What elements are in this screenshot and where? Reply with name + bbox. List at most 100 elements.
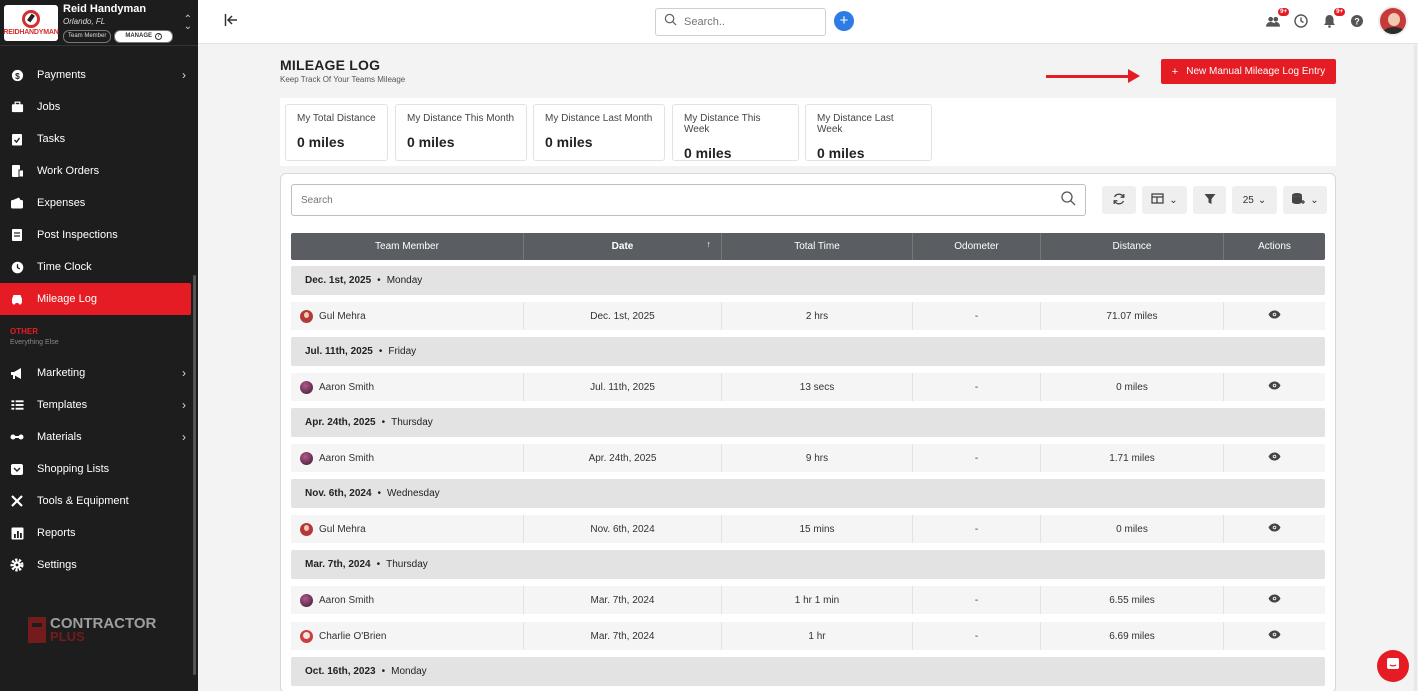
refresh-button[interactable] (1102, 186, 1136, 214)
date-group-header: Nov. 6th, 2024 • Wednesday (291, 479, 1325, 508)
bell-icon[interactable]: 9+ (1322, 8, 1345, 28)
page-scrollbar[interactable] (1414, 45, 1417, 691)
sidebar-item-label: Mileage Log (37, 293, 97, 305)
user-avatar[interactable] (1378, 6, 1408, 36)
sidebar-item-work-orders[interactable]: Work Orders (0, 155, 198, 187)
sidebar-scrollbar[interactable] (193, 275, 196, 675)
company-name: Reid Handyman (63, 2, 147, 15)
table-row[interactable]: Gul Mehra Dec. 1st, 2025 2 hrs -71.07 miles (291, 302, 1325, 330)
table-row[interactable]: Gul Mehra Nov. 6th, 2024 15 mins -0 miles (291, 515, 1325, 543)
chevron-right-icon: › (182, 366, 186, 380)
company-switcher[interactable]: REIDHANDYMAN Reid Handyman Orlando, FL T… (0, 0, 198, 46)
cell-actions (1224, 302, 1325, 330)
megaphone-icon (10, 366, 24, 380)
column-header-actions[interactable]: Actions (1224, 233, 1325, 260)
sidebar-item-label: Jobs (37, 101, 61, 113)
sidebar-item-payments[interactable]: $ Payments › (0, 59, 198, 91)
role-chip: Team Member (63, 29, 112, 43)
eye-icon[interactable] (1268, 594, 1281, 606)
sidebar-item-settings[interactable]: Settings (0, 549, 198, 581)
cell-actions (1224, 444, 1325, 472)
eye-icon[interactable] (1268, 523, 1281, 535)
sidebar-item-label: Post Inspections (37, 229, 118, 241)
table-header: Team Member Date ↑ Total Time Odometer Distan… (291, 233, 1325, 260)
clock-icon[interactable] (1294, 14, 1308, 28)
sidebar-item-time-clock[interactable]: Time Clock (0, 251, 198, 283)
filter-button[interactable] (1193, 186, 1226, 214)
main-content: MILEAGE LOG Keep Track Of Your Teams Mil… (198, 45, 1418, 691)
cell-odometer: - (913, 586, 1041, 614)
clipboard-check-icon (10, 132, 24, 146)
table-search[interactable] (291, 184, 1086, 216)
eye-icon[interactable] (1268, 310, 1281, 322)
sidebar-item-jobs[interactable]: Jobs (0, 91, 198, 123)
table-row[interactable]: Charlie O'Brien Mar. 7th, 2024 1 hr -6.69 m… (291, 622, 1325, 650)
export-menu-button[interactable]: ⌄ (1283, 186, 1327, 214)
sidebar-item-expenses[interactable]: Expenses (0, 187, 198, 219)
sidebar-item-materials[interactable]: Materials › (0, 421, 198, 453)
team-badge: 9+ (1278, 8, 1289, 16)
table-search-input[interactable] (301, 194, 1060, 206)
page-title: MILEAGE LOG (280, 57, 381, 73)
global-search[interactable] (655, 8, 826, 36)
search-icon[interactable] (1060, 190, 1076, 211)
avatar (300, 593, 313, 607)
chat-icon (1385, 656, 1401, 677)
templates-icon (10, 398, 24, 412)
sidebar-nav-other: Marketing › Templates › Materials › Shopping L… (0, 348, 198, 581)
sidebar-item-mileage-log[interactable]: Mileage Log (0, 283, 191, 315)
stat-this-month: My Distance This Month 0 miles (395, 104, 527, 161)
sidebar-item-shopping-lists[interactable]: Shopping Lists (0, 453, 198, 485)
collapse-sidebar-icon[interactable] (224, 13, 238, 32)
team-icon[interactable]: 9+ (1266, 8, 1289, 28)
sidebar-item-tools-equipment[interactable]: Tools & Equipment (0, 485, 198, 517)
sidebar-item-marketing[interactable]: Marketing › (0, 357, 198, 389)
table-row[interactable]: Aaron Smith Apr. 24th, 2025 9 hrs -1.71 mil… (291, 444, 1325, 472)
column-header-team-member[interactable]: Team Member (291, 233, 524, 260)
work-orders-icon (10, 164, 24, 178)
stat-this-week: My Distance This Week 0 miles (672, 104, 799, 161)
column-header-distance[interactable]: Distance (1041, 233, 1224, 260)
briefcase-icon (10, 100, 24, 114)
eye-icon[interactable] (1268, 452, 1281, 464)
cell-date: Mar. 7th, 2024 (524, 622, 722, 650)
expenses-icon (10, 196, 24, 210)
column-header-date[interactable]: Date ↑ (524, 233, 722, 260)
new-mileage-entry-button[interactable]: + New Manual Mileage Log Entry (1161, 59, 1336, 84)
sidebar-item-reports[interactable]: Reports (0, 517, 198, 549)
column-header-total-time[interactable]: Total Time (722, 233, 913, 260)
chevron-updown-icon[interactable]: ⌃ ⌄ (184, 14, 192, 31)
sidebar-item-templates[interactable]: Templates › (0, 389, 198, 421)
other-section-subtitle: Everything Else (10, 339, 59, 346)
table-row[interactable]: Aaron Smith Mar. 7th, 2024 1 hr 1 min -6.55… (291, 586, 1325, 614)
sidebar-item-post-inspections[interactable]: Post Inspections (0, 219, 198, 251)
search-icon (664, 13, 677, 31)
global-search-input[interactable] (684, 16, 804, 28)
eye-icon[interactable] (1268, 381, 1281, 393)
table-row[interactable]: Aaron Smith Jul. 11th, 2025 13 secs -0 mile… (291, 373, 1325, 401)
car-icon (10, 292, 24, 306)
sidebar-item-tasks[interactable]: Tasks (0, 123, 198, 155)
date-group-header: Oct. 16th, 2023 • Monday (291, 657, 1325, 686)
cart-icon (10, 462, 24, 476)
sidebar-item-label: Templates (37, 399, 88, 411)
chevron-down-icon: ⌄ (1169, 194, 1178, 206)
cell-distance: 6.55 miles (1041, 586, 1224, 614)
chevron-down-icon: ⌄ (1310, 194, 1319, 206)
date-group-header: Mar. 7th, 2024 • Thursday (291, 550, 1325, 579)
notifications-badge: 9+ (1334, 8, 1345, 16)
mileage-table-card: ⌄ 25 ⌄ ⌄ Team MemberDate↑Total TimeOdome… (280, 173, 1336, 691)
page-size-select[interactable]: 25 ⌄ (1232, 186, 1277, 214)
page-subtitle: Keep Track Of Your Teams Mileage (280, 75, 406, 84)
date-group-header: Dec. 1st, 2025 • Monday (291, 266, 1325, 295)
chat-button[interactable] (1377, 650, 1409, 682)
manage-button[interactable]: MANAGE? (114, 29, 174, 43)
quick-add-button[interactable]: + (834, 11, 854, 31)
help-icon[interactable]: ? (1350, 14, 1364, 28)
column-header-odometer[interactable]: Odometer (913, 233, 1041, 260)
columns-menu-button[interactable]: ⌄ (1142, 186, 1187, 214)
company-location: Orlando, FL (63, 16, 106, 26)
cell-total-time: 1 hr (722, 622, 913, 650)
eye-icon[interactable] (1268, 630, 1281, 642)
payments-icon: $ (10, 68, 24, 82)
